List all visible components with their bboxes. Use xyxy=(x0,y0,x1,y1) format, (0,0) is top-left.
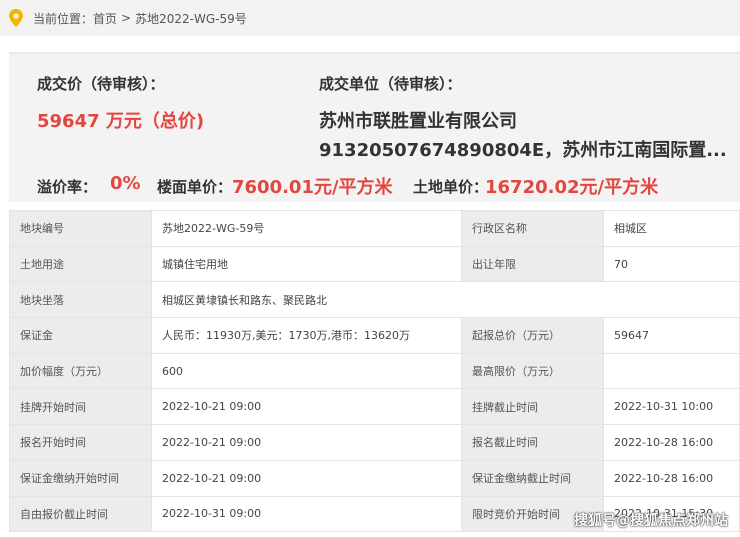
breadcrumb-home-link[interactable]: 首页 xyxy=(93,10,117,27)
row-key: 出让年限 xyxy=(461,245,604,283)
row-key: 保证金缴纳截止时间 xyxy=(461,459,604,497)
breadcrumb-separator: > xyxy=(121,11,132,25)
table-row: 地块编号 苏地2022-WG-59号 行政区名称 相城区 xyxy=(9,210,740,247)
price-value: 59647 万元（总价) xyxy=(37,111,205,132)
row-key: 报名截止时间 xyxy=(461,424,604,461)
row-value: 70 xyxy=(603,245,740,283)
breadcrumb-prefix: 当前位置： xyxy=(33,11,94,26)
land-detail-table: 地块编号 苏地2022-WG-59号 行政区名称 相城区 土地用途 城镇住宅用地… xyxy=(9,210,740,533)
row-key: 报名开始时间 xyxy=(9,424,152,461)
row-key: 土地用途 xyxy=(9,245,152,283)
row-value: 城镇住宅用地 xyxy=(151,245,462,283)
row-key: 地块编号 xyxy=(9,210,152,247)
row-key: 保证金缴纳开始时间 xyxy=(9,459,152,497)
row-value: 2022-10-31 09:00 xyxy=(151,495,462,533)
breadcrumb: 当前位置： 首页 > 苏地2022-WG-59号 xyxy=(0,0,740,36)
price-label: 成交价（待审核）： xyxy=(37,75,165,93)
row-value: 相城区 xyxy=(603,210,740,247)
row-value: 人民币：11930万,美元：1730万,港币：13620万 xyxy=(151,317,462,354)
row-value: 苏地2022-WG-59号 xyxy=(151,210,462,247)
location-pin-icon xyxy=(9,9,23,27)
premium-value: 0% xyxy=(110,173,141,194)
land-price-value: 16720.02元/平方米 xyxy=(485,177,659,198)
table-row: 保证金 人民币：11930万,美元：1730万,港币：13620万 起报总价（万… xyxy=(9,317,740,354)
row-value: 2022-10-28 16:00 xyxy=(603,459,740,497)
row-key: 行政区名称 xyxy=(461,210,604,247)
row-value: 59647 xyxy=(603,317,740,354)
buyer-detail: 91320507674890804E，苏州市江南国际置... xyxy=(319,140,727,161)
row-value: 2022-10-28 16:00 xyxy=(603,424,740,461)
row-key: 最高限价（万元） xyxy=(461,352,604,390)
breadcrumb-current: 苏地2022-WG-59号 xyxy=(135,11,247,26)
deal-summary-panel: 成交价（待审核）： 59647 万元（总价) 成交单位（待审核）： 苏州市联胜置… xyxy=(9,52,740,202)
row-value xyxy=(603,352,740,390)
table-row: 地块坐落 相城区黄埭镇长和路东、聚民路北 xyxy=(9,281,740,319)
row-key: 挂牌开始时间 xyxy=(9,388,152,426)
row-value: 相城区黄埭镇长和路东、聚民路北 xyxy=(151,281,740,319)
floor-price-value: 7600.01元/平方米 xyxy=(232,177,393,198)
row-value: 600 xyxy=(151,352,462,390)
row-key: 保证金 xyxy=(9,317,152,354)
row-value: 2022-10-31 10:00 xyxy=(603,388,740,426)
row-value: 2022-10-21 09:00 xyxy=(151,424,462,461)
row-key: 自由报价截止时间 xyxy=(9,495,152,533)
table-row: 报名开始时间 2022-10-21 09:00 报名截止时间 2022-10-2… xyxy=(9,424,740,461)
buyer-name: 苏州市联胜置业有限公司 xyxy=(319,111,517,132)
row-value: 2022-10-21 09:00 xyxy=(151,388,462,426)
watermark: 搜狐号@搜狐焦点郑州站 xyxy=(574,513,728,529)
row-key: 地块坐落 xyxy=(9,281,152,319)
buyer-label: 成交单位（待审核）： xyxy=(319,75,462,93)
row-value: 2022-10-21 09:00 xyxy=(151,459,462,497)
floor-price-label: 楼面单价： xyxy=(157,178,233,196)
land-price-label: 土地单价： xyxy=(413,178,489,196)
table-row: 挂牌开始时间 2022-10-21 09:00 挂牌截止时间 2022-10-3… xyxy=(9,388,740,426)
row-key: 加价幅度（万元） xyxy=(9,352,152,390)
premium-label: 溢价率： xyxy=(37,178,98,196)
table-row: 加价幅度（万元） 600 最高限价（万元） xyxy=(9,352,740,390)
row-key: 起报总价（万元） xyxy=(461,317,604,354)
row-key: 挂牌截止时间 xyxy=(461,388,604,426)
table-row: 土地用途 城镇住宅用地 出让年限 70 xyxy=(9,245,740,283)
table-row: 保证金缴纳开始时间 2022-10-21 09:00 保证金缴纳截止时间 202… xyxy=(9,459,740,497)
